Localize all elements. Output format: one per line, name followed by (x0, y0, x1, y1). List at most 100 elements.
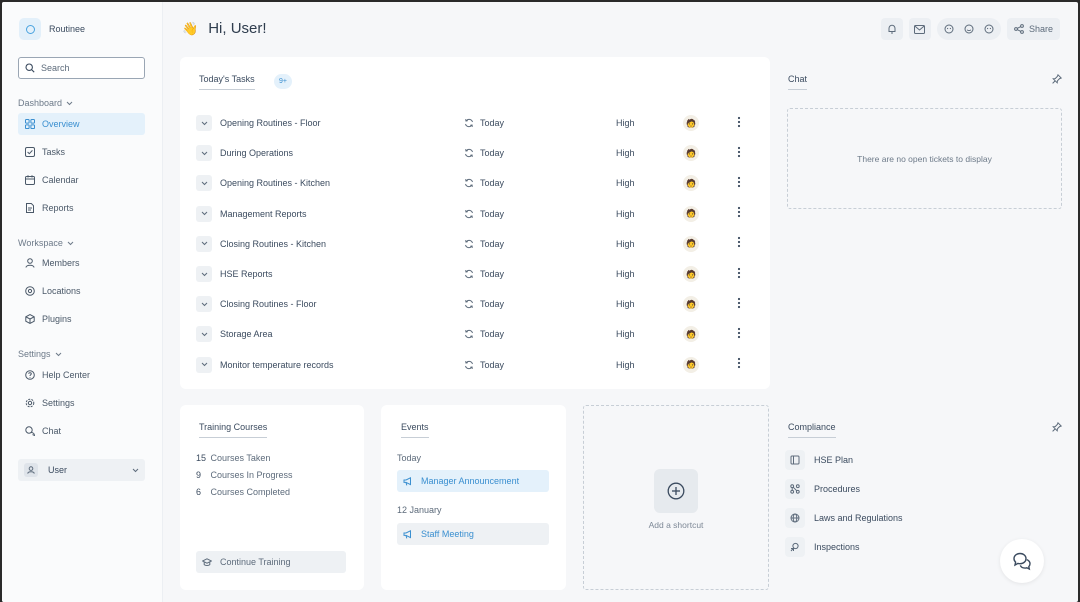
compliance-label: Procedures (814, 484, 861, 494)
add-shortcut-tile[interactable]: Add a shortcut (583, 405, 769, 590)
more-options-button[interactable] (737, 236, 741, 251)
more-options-button[interactable] (737, 267, 741, 282)
recurring-icon (465, 269, 473, 279)
expand-row-button[interactable] (196, 115, 212, 131)
assignee-avatar[interactable]: 🧑 (683, 115, 699, 131)
collaborators-group[interactable] (936, 18, 1001, 40)
more-options-button[interactable] (737, 206, 741, 221)
share-button[interactable]: Share (1006, 18, 1060, 40)
expand-row-button[interactable] (196, 235, 212, 252)
sidebar-item-label: Chat (42, 426, 62, 436)
more-options-button[interactable] (737, 297, 741, 312)
task-row[interactable]: Monitor temperature records Today High 🧑 (196, 354, 756, 376)
inspection-icon (785, 537, 805, 557)
task-name[interactable]: Monitor temperature records (220, 360, 464, 370)
more-options-button[interactable] (737, 327, 741, 342)
assignee-avatar[interactable]: 🧑 (683, 235, 699, 252)
compliance-item-inspections[interactable]: Inspections (785, 537, 860, 557)
assignee-avatar[interactable]: 🧑 (683, 326, 699, 343)
sidebar-item-locations[interactable]: Locations (18, 280, 145, 302)
task-due: Today (464, 239, 616, 249)
recurring-icon (465, 118, 473, 128)
task-row[interactable]: Opening Routines - Floor Today High 🧑 (196, 112, 756, 134)
sidebar-item-overview[interactable]: Overview (18, 113, 145, 135)
user-menu[interactable]: User (18, 459, 145, 481)
expand-row-button[interactable] (196, 205, 212, 222)
task-name[interactable]: Storage Area (220, 329, 464, 339)
assignee-avatar[interactable]: 🧑 (683, 175, 699, 192)
expand-row-button[interactable] (196, 296, 212, 313)
task-name[interactable]: Opening Routines - Floor (220, 118, 464, 128)
sidebar-item-settings[interactable]: Settings (18, 392, 145, 414)
sidebar-item-members[interactable]: Members (18, 252, 145, 274)
sidebar-item-tasks[interactable]: Tasks (18, 141, 145, 163)
expand-row-button[interactable] (196, 266, 212, 282)
help-icon (25, 370, 35, 380)
tab-events[interactable]: Events (401, 422, 429, 438)
task-name[interactable]: Management Reports (220, 209, 464, 219)
search-box[interactable] (18, 57, 145, 79)
messages-button[interactable] (908, 18, 931, 40)
task-name[interactable]: HSE Reports (220, 269, 464, 279)
section-settings[interactable]: Settings (18, 349, 62, 359)
add-shortcut-button[interactable] (654, 469, 698, 513)
recurring-icon (465, 239, 473, 248)
task-row[interactable]: Closing Routines - Kitchen Today High 🧑 (196, 233, 756, 255)
kebab-menu-icon (737, 146, 741, 157)
event-staff-meeting[interactable]: Staff Meeting (397, 523, 549, 545)
assignee-avatar[interactable]: 🧑 (683, 266, 699, 282)
more-options-button[interactable] (737, 146, 741, 161)
task-row[interactable]: During Operations Today High 🧑 (196, 142, 756, 164)
sidebar-item-chat[interactable]: Chat (18, 420, 145, 442)
assignee-avatar[interactable]: 🧑 (683, 296, 699, 313)
assignee-avatar[interactable]: 🧑 (683, 356, 699, 373)
assignee-avatar[interactable]: 🧑 (683, 205, 699, 222)
person-icon (25, 258, 35, 268)
chevron-down-icon (201, 302, 207, 306)
task-row[interactable]: Closing Routines - Floor Today High 🧑 (196, 293, 756, 315)
task-row[interactable]: Storage Area Today High 🧑 (196, 323, 756, 345)
tab-chat[interactable]: Chat (788, 74, 808, 90)
expand-row-button[interactable] (196, 175, 212, 192)
avatar-icon[interactable] (960, 20, 978, 38)
chat-support-button[interactable] (1000, 539, 1044, 583)
task-name[interactable]: During Operations (220, 148, 464, 158)
more-options-button[interactable] (737, 176, 741, 191)
expand-row-button[interactable] (196, 356, 212, 373)
tab-training-courses[interactable]: Training Courses (199, 422, 268, 438)
task-name[interactable]: Opening Routines - Kitchen (220, 178, 464, 188)
task-due: Today (464, 360, 616, 370)
compliance-item-laws-and-regulations[interactable]: Laws and Regulations (785, 508, 903, 528)
continue-training-button[interactable]: Continue Training (196, 551, 346, 573)
search-input[interactable] (41, 63, 141, 73)
notifications-button[interactable] (880, 18, 903, 40)
task-row[interactable]: Opening Routines - Kitchen Today High 🧑 (196, 172, 756, 194)
pin-icon[interactable] (1052, 74, 1062, 84)
compliance-item-hse-plan[interactable]: HSE Plan (785, 450, 853, 470)
task-name[interactable]: Closing Routines - Kitchen (220, 239, 464, 249)
task-priority: High (616, 238, 635, 249)
task-name[interactable]: Closing Routines - Floor (220, 299, 464, 309)
section-dashboard[interactable]: Dashboard (18, 98, 73, 108)
tab-compliance[interactable]: Compliance (788, 422, 836, 438)
assignee-avatar[interactable]: 🧑 (683, 145, 699, 162)
avatar-icon[interactable] (980, 20, 998, 38)
compliance-item-procedures[interactable]: Procedures (785, 479, 860, 499)
sidebar-item-reports[interactable]: Reports (18, 197, 145, 219)
avatar-icon[interactable] (940, 20, 958, 38)
task-row[interactable]: Management Reports Today High 🧑 (196, 203, 756, 225)
expand-row-button[interactable] (196, 326, 212, 343)
sidebar-item-help-center[interactable]: Help Center (18, 364, 145, 386)
compliance-label: HSE Plan (814, 455, 854, 465)
tab-todays-tasks[interactable]: Today's Tasks (199, 74, 255, 90)
task-row[interactable]: HSE Reports Today High 🧑 (196, 263, 756, 285)
brand[interactable]: Routinee (19, 18, 85, 40)
pin-icon[interactable] (1052, 422, 1062, 432)
section-workspace[interactable]: Workspace (18, 238, 74, 248)
more-options-button[interactable] (737, 357, 741, 372)
sidebar-item-calendar[interactable]: Calendar (18, 169, 145, 191)
sidebar-item-plugins[interactable]: Plugins (18, 308, 145, 330)
expand-row-button[interactable] (196, 145, 212, 162)
more-options-button[interactable] (737, 116, 741, 131)
event-manager-announcement[interactable]: Manager Announcement (397, 470, 549, 492)
